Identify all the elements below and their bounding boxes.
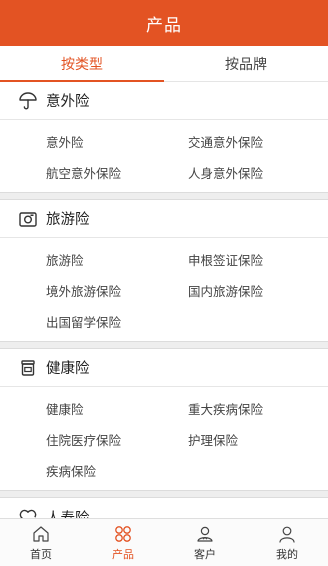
- nav-customers[interactable]: 客户: [164, 519, 246, 566]
- tab-by-brand[interactable]: 按品牌: [164, 46, 328, 81]
- section-life: 人寿险: [0, 498, 328, 518]
- camera-icon: [17, 208, 39, 230]
- product-link[interactable]: 出国留学保险: [46, 306, 188, 337]
- section-header-health[interactable]: 健康险: [0, 349, 328, 387]
- category-tabs: 按类型 按品牌: [0, 46, 328, 82]
- section-divider: [0, 341, 328, 349]
- product-link[interactable]: 旅游险: [46, 244, 188, 275]
- nav-label: 我的: [276, 547, 298, 561]
- section-accident: 意外险 意外险 交通意外保险 航空意外保险 人身意外保险: [0, 82, 328, 192]
- app-bar: 产品: [0, 0, 328, 46]
- product-link[interactable]: 人身意外保险: [188, 157, 328, 188]
- product-link[interactable]: 境外旅游保险: [46, 275, 188, 306]
- heart-plus-icon: [17, 506, 39, 518]
- section-health: 健康险 健康险 重大疾病保险 住院医疗保险 护理保险 疾病保险: [0, 349, 328, 490]
- section-items: 健康险 重大疾病保险 住院医疗保险 护理保险 疾病保险: [0, 387, 328, 490]
- section-divider: [0, 490, 328, 498]
- bottom-nav: 首页 产品 客户 我的: [0, 518, 328, 566]
- product-link[interactable]: 国内旅游保险: [188, 275, 328, 306]
- section-items: 意外险 交通意外保险 航空意外保险 人身意外保险: [0, 120, 328, 192]
- product-link[interactable]: 交通意外保险: [188, 126, 328, 157]
- section-title: 健康险: [46, 361, 90, 377]
- section-travel: 旅游险 旅游险 申根签证保险 境外旅游保险 国内旅游保险 出国留学保险: [0, 200, 328, 341]
- tab-by-type[interactable]: 按类型: [0, 46, 164, 82]
- page-title: 产品: [146, 15, 182, 36]
- section-title: 意外险: [46, 94, 90, 110]
- section-title: 人寿险: [46, 507, 90, 519]
- medicine-jar-icon: [17, 357, 39, 379]
- nav-label: 首页: [30, 547, 52, 561]
- section-header-life[interactable]: 人寿险: [0, 498, 328, 518]
- nav-home[interactable]: 首页: [0, 519, 82, 566]
- nav-profile[interactable]: 我的: [246, 519, 328, 566]
- product-link[interactable]: 健康险: [46, 393, 188, 424]
- home-icon: [31, 524, 51, 544]
- products-grid-icon: [113, 524, 133, 544]
- section-items: 旅游险 申根签证保险 境外旅游保险 国内旅游保险 出国留学保险: [0, 238, 328, 341]
- section-header-accident[interactable]: 意外险: [0, 82, 328, 120]
- product-link[interactable]: 航空意外保险: [46, 157, 188, 188]
- nav-label: 客户: [194, 547, 216, 561]
- profile-icon: [277, 524, 297, 544]
- product-link[interactable]: 申根签证保险: [188, 244, 328, 275]
- nav-products[interactable]: 产品: [82, 519, 164, 566]
- product-list[interactable]: 意外险 意外险 交通意外保险 航空意外保险 人身意外保险 旅游险 旅游险 申根签…: [0, 82, 328, 518]
- section-title: 旅游险: [46, 212, 90, 228]
- section-divider: [0, 192, 328, 200]
- umbrella-icon: [17, 90, 39, 112]
- section-header-travel[interactable]: 旅游险: [0, 200, 328, 238]
- product-link[interactable]: 疾病保险: [46, 455, 188, 486]
- product-link[interactable]: 护理保险: [188, 424, 328, 455]
- product-link[interactable]: 住院医疗保险: [46, 424, 188, 455]
- product-link[interactable]: 意外险: [46, 126, 188, 157]
- product-link[interactable]: 重大疾病保险: [188, 393, 328, 424]
- customers-icon: [195, 524, 215, 544]
- nav-label: 产品: [112, 547, 134, 561]
